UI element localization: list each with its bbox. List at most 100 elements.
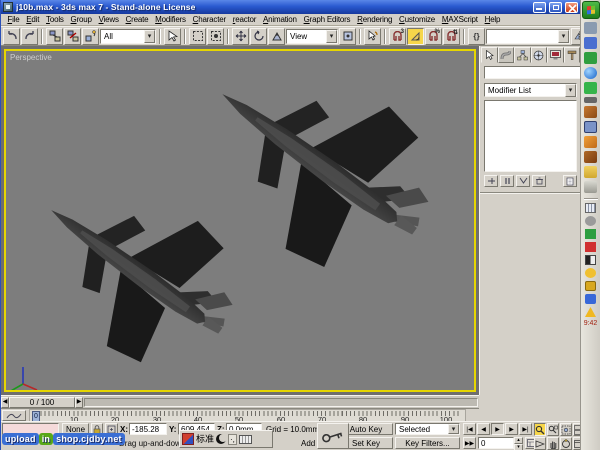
tray-keyboard-icon[interactable]	[585, 203, 596, 213]
tray-icon[interactable]	[585, 216, 596, 226]
zoom-all-button[interactable]	[547, 423, 559, 436]
ime-language-icon[interactable]	[182, 433, 194, 445]
select-and-move-button[interactable]	[232, 28, 249, 45]
use-center-button[interactable]	[339, 28, 356, 45]
menu-maxscript[interactable]: MAXScript	[438, 15, 481, 24]
zoom-button[interactable]	[534, 423, 546, 436]
taskbar-icon-globe[interactable]	[584, 67, 597, 79]
start-button[interactable]	[582, 1, 600, 19]
key-mode-dropdown[interactable]: Selected ▾	[395, 423, 460, 435]
arc-rotate-button[interactable]	[560, 437, 572, 450]
pin-stack-button[interactable]	[484, 175, 498, 187]
time-back-arrow[interactable]: ◀	[1, 397, 9, 408]
reference-coordsys-dropdown[interactable]: View ▾	[286, 29, 338, 44]
current-frame-field[interactable]: 0	[478, 437, 514, 449]
key-filters-button[interactable]: Key Filters...	[395, 437, 460, 449]
edit-named-selection-button[interactable]: {}	[468, 28, 485, 45]
tab-modify[interactable]	[498, 47, 515, 63]
redo-button[interactable]	[21, 28, 38, 45]
taskbar-window-printer[interactable]	[584, 181, 597, 193]
ime-mode-label[interactable]: 标准	[196, 433, 214, 445]
angle-snap-toggle-button[interactable]	[407, 28, 424, 45]
taskbar-icon[interactable]	[584, 82, 597, 94]
taskbar-window-3dsmax[interactable]	[584, 106, 597, 118]
open-mini-curve-editor-button[interactable]	[2, 410, 26, 421]
tab-hierarchy[interactable]	[514, 47, 531, 63]
tab-motion[interactable]	[531, 47, 548, 63]
set-keys-button[interactable]	[317, 423, 349, 449]
play-button[interactable]: ▶	[491, 423, 504, 435]
key-mode-toggle-button[interactable]: ▶▶	[463, 437, 476, 449]
select-and-rotate-button[interactable]	[250, 28, 267, 45]
frame-spinner[interactable]: ▴▾	[514, 437, 523, 449]
tray-icon[interactable]	[585, 229, 596, 239]
taskbar-icon[interactable]	[584, 52, 597, 64]
viewport-label[interactable]: Perspective	[10, 53, 52, 62]
select-and-scale-button[interactable]	[268, 28, 285, 45]
previous-frame-button[interactable]: ◀	[477, 423, 490, 435]
zoom-extents-button[interactable]	[560, 423, 572, 436]
taskbar-window-active[interactable]	[584, 121, 597, 133]
modifier-list-dropdown[interactable]: Modifier List ▾	[484, 83, 577, 97]
minimize-button[interactable]	[533, 2, 546, 13]
named-selection-dropdown[interactable]: ▾	[486, 29, 570, 44]
menu-animation[interactable]: Animation	[260, 15, 301, 24]
ime-keyboard-icon[interactable]	[239, 435, 252, 444]
tray-lock-icon[interactable]	[585, 281, 596, 291]
menu-edit[interactable]: Edit	[23, 15, 43, 24]
taskbar-icon[interactable]	[584, 37, 597, 49]
remove-modifier-button[interactable]	[532, 175, 546, 187]
menu-character[interactable]: Character	[189, 15, 229, 24]
go-to-end-button[interactable]: ▶|	[519, 423, 532, 435]
tray-icon[interactable]	[585, 294, 596, 304]
menu-rendering[interactable]: Rendering	[354, 15, 396, 24]
taskbar-window-3dsmax[interactable]	[584, 151, 597, 163]
field-of-view-button[interactable]	[534, 437, 546, 450]
select-and-link-button[interactable]	[46, 28, 63, 45]
menu-customize[interactable]: Customize	[396, 15, 439, 24]
select-object-button[interactable]	[164, 28, 181, 45]
go-to-start-button[interactable]: |◀	[463, 423, 476, 435]
bind-to-spacewarp-button[interactable]	[82, 28, 99, 45]
restore-button[interactable]	[549, 2, 562, 13]
taskbar-window-folder[interactable]	[584, 166, 597, 178]
time-forward-arrow[interactable]: ▶	[75, 397, 83, 408]
spinner-down-icon[interactable]: ▾	[514, 444, 523, 450]
perspective-viewport[interactable]: Perspective	[4, 49, 476, 392]
selection-filter-dropdown[interactable]: All ▾	[100, 29, 156, 44]
menu-tools[interactable]: Tools	[43, 15, 67, 24]
titlebar[interactable]: j10b.max - 3ds max 7 - Stand-alone Licen…	[1, 0, 580, 14]
taskbar-icon[interactable]	[584, 97, 597, 103]
tray-icon[interactable]	[585, 268, 596, 278]
menu-create[interactable]: Create	[122, 15, 152, 24]
unlink-button[interactable]	[64, 28, 81, 45]
time-slider-handle[interactable]: 0 / 100	[9, 397, 75, 408]
rectangular-selection-region-button[interactable]	[189, 28, 206, 45]
menu-graph-editors[interactable]: Graph Editors	[300, 15, 354, 24]
taskbar-icon[interactable]	[584, 22, 597, 34]
select-and-manipulate-button[interactable]	[364, 28, 381, 45]
close-button[interactable]	[565, 2, 578, 13]
menu-help[interactable]: Help	[481, 15, 503, 24]
tab-utilities[interactable]	[564, 47, 581, 63]
menu-group[interactable]: Group	[67, 15, 95, 24]
tray-shield-icon[interactable]	[585, 307, 596, 317]
configure-modifier-sets-button[interactable]	[563, 175, 577, 187]
menu-reactor[interactable]: reactor	[229, 15, 259, 24]
tab-create[interactable]	[481, 47, 498, 63]
window-crossing-toggle-button[interactable]	[207, 28, 224, 45]
spinner-up-icon[interactable]: ▴	[514, 437, 523, 444]
menu-modifiers[interactable]: Modifiers	[152, 15, 189, 24]
pan-button[interactable]	[547, 437, 559, 450]
show-end-result-button[interactable]	[500, 175, 514, 187]
time-slider-track[interactable]	[84, 398, 478, 407]
tab-display[interactable]	[547, 47, 564, 63]
tray-icon[interactable]	[585, 255, 596, 265]
taskbar-window-3dsmax[interactable]	[584, 136, 597, 148]
spinner-snap-button[interactable]: ⇅	[443, 28, 460, 45]
x-coordinate-field[interactable]	[129, 423, 167, 435]
menu-views[interactable]: Views	[95, 15, 122, 24]
snap-toggle-3d-button[interactable]: 3	[389, 28, 406, 45]
percent-snap-button[interactable]: %	[425, 28, 442, 45]
ime-punctuation-toggle[interactable]: ·,	[228, 434, 237, 445]
